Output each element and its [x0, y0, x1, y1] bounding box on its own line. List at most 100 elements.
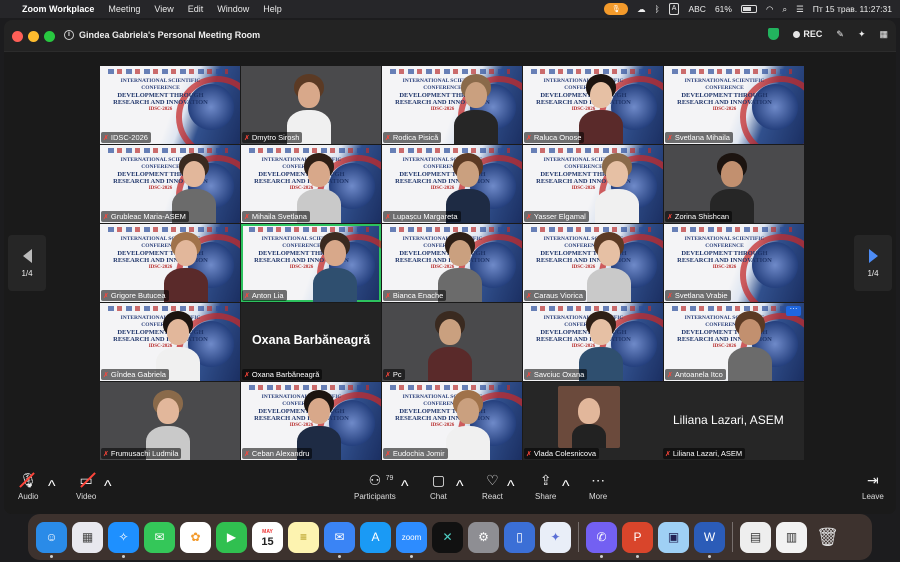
more-button[interactable]: ⋯ More — [589, 472, 607, 501]
powerpoint-icon[interactable]: P — [622, 521, 653, 558]
participant-tile[interactable]: INTERNATIONAL SCIENTIFIC CONFERENCE DEVELO… — [523, 224, 663, 302]
participant-tile[interactable]: INTERNATIONAL SCIENTIFIC CONFERENCE DEVELO… — [100, 145, 240, 223]
participant-tile[interactable]: INTERNATIONAL SCIENTIFIC CONFERENCE DEVELO… — [382, 382, 522, 460]
react-options-chevron-icon[interactable]: ^ — [507, 478, 515, 496]
mail-icon[interactable]: ✉ — [324, 521, 355, 558]
participant-tile[interactable]: INTERNATIONAL SCIENTIFIC CONFERENCE DEVELO… — [523, 145, 663, 223]
zoom-app-icon[interactable]: zoom — [396, 521, 427, 558]
chat-button[interactable]: ▢ Chat — [430, 472, 447, 501]
gallery-view-grid-icon[interactable]: ▦ — [879, 29, 888, 40]
participant-name-tag: ✗ Liliana Lazari, ASEM — [663, 448, 746, 459]
menu-help[interactable]: Help — [263, 4, 282, 14]
battery-icon[interactable] — [740, 5, 757, 13]
participant-tile[interactable]: INTERNATIONAL SCIENTIFIC CONFERENCE DEVELO… — [523, 303, 663, 381]
ai-app-icon[interactable]: ✕ — [432, 521, 463, 553]
app-menu[interactable]: Zoom Workplace — [22, 4, 94, 14]
chat-options-chevron-icon[interactable]: ^ — [456, 478, 464, 496]
react-button[interactable]: ♡ React — [482, 472, 503, 501]
share-button[interactable]: ⇪ Share — [535, 472, 556, 501]
menu-meeting[interactable]: Meeting — [108, 4, 140, 14]
participant-tile[interactable]: INTERNATIONAL SCIENTIFIC CONFERENCE DEVELO… — [100, 224, 240, 302]
launchpad-icon[interactable]: ▦ — [72, 521, 103, 553]
mic-in-use-icon[interactable]: 🎙 — [604, 3, 629, 15]
clock[interactable]: Пт 15 трав. 11:27:31 — [813, 4, 892, 14]
menu-view[interactable]: View — [154, 4, 173, 14]
muted-mic-icon: ✗ — [526, 213, 532, 221]
participant-name-tag: ✗ Rodica Pisică — [383, 132, 442, 143]
participants-options-chevron-icon[interactable]: ^ — [401, 478, 409, 496]
share-options-chevron-icon[interactable]: ^ — [562, 478, 570, 496]
system-settings-icon[interactable]: ⚙ — [468, 521, 499, 553]
participant-name-tag: ✗ Grubleac Maria-ASEM — [101, 211, 189, 222]
preview-icon[interactable]: ✦ — [540, 521, 571, 553]
ai-companion-sparkle-icon[interactable]: ✦ — [858, 29, 866, 40]
participant-tile[interactable]: INTERNATIONAL SCIENTIFIC CONFERENCE DEVELO… — [241, 224, 381, 302]
participants-button[interactable]: ⚇ 79 Participants — [354, 472, 396, 501]
notes-icon[interactable]: ≡ — [288, 521, 319, 553]
participant-tile[interactable]: INTERNATIONAL SCIENTIFIC CONFERENCE DEVELO… — [523, 66, 663, 144]
participant-tile[interactable]: INTERNATIONAL SCIENTIFIC CONFERENCE DEVELO… — [241, 145, 381, 223]
word-icon[interactable]: W — [694, 521, 725, 558]
bluetooth-icon[interactable]: ᛒ — [655, 4, 660, 14]
participant-tile[interactable]: Oxana Barbăneagră ✗ Oxana Barbăneagră — [241, 303, 381, 381]
recording-indicator[interactable]: REC — [793, 29, 822, 39]
input-source-label[interactable]: ABC — [688, 4, 705, 14]
participant-tile[interactable]: INTERNATIONAL SCIENTIFIC CONFERENCE DEVELO… — [664, 303, 804, 381]
files-app-icon[interactable]: ▯ — [504, 521, 535, 553]
wifi-icon[interactable]: ◠ — [766, 4, 773, 15]
spotlight-search-icon[interactable]: ⌕ — [782, 4, 787, 15]
muted-mic-icon: ✗ — [667, 371, 673, 379]
sponsor-logos — [672, 306, 792, 311]
downloads-stack-icon[interactable]: ▥ — [776, 521, 807, 553]
participant-name: Pc — [392, 370, 402, 379]
cloud-icon[interactable]: ☁ — [637, 4, 646, 15]
calendar-day: 15 — [261, 536, 274, 548]
participant-tile[interactable]: INTERNATIONAL SCIENTIFIC CONFERENCE DEVELO… — [382, 224, 522, 302]
previous-page-button[interactable]: 1/4 — [8, 235, 46, 291]
participant-tile-wide[interactable]: Liliana Lazari, ASEM ✗ Vlada Colesnicova ✗ L… — [523, 382, 804, 460]
participant-tile[interactable]: ✗ Dmytro Sirosh — [241, 66, 381, 144]
video-button[interactable]: ▭ Video — [76, 472, 96, 501]
participant-tile[interactable]: ✗ Pc — [382, 303, 522, 381]
sponsor-logos — [672, 69, 792, 74]
safari-icon[interactable]: ✧ — [108, 521, 139, 558]
audio-options-chevron-icon[interactable]: ^ — [48, 478, 56, 496]
participant-tile[interactable]: INTERNATIONAL SCIENTIFIC CONFERENCE DEVELO… — [664, 224, 804, 302]
viber-icon[interactable]: ✆ — [586, 521, 617, 558]
keyboard-layout-icon[interactable]: A — [668, 3, 680, 15]
close-window-button[interactable] — [12, 31, 23, 42]
participant-tile[interactable]: INTERNATIONAL SCIENTIFIC CONFERENCE DEVELO… — [382, 145, 522, 223]
disk-utility-icon[interactable]: ▣ — [658, 521, 689, 553]
encryption-shield-icon[interactable] — [768, 28, 780, 40]
control-center-icon[interactable]: ☰ — [796, 4, 804, 15]
menu-window[interactable]: Window — [217, 4, 249, 14]
document-stack-icon[interactable]: ▤ — [740, 521, 771, 553]
calendar-icon[interactable]: MAY 15 — [252, 521, 283, 553]
participant-name-tag: ✗ Caraus Viorica — [524, 290, 586, 301]
participant-tile[interactable]: INTERNATIONAL SCIENTIFIC CONFERENCE DEVELO… — [100, 303, 240, 381]
annotate-pencil-icon[interactable]: ✎ — [836, 29, 844, 40]
meeting-info-icon[interactable]: i — [64, 30, 74, 40]
next-page-button[interactable]: 1/4 — [854, 235, 892, 291]
menu-edit[interactable]: Edit — [188, 4, 204, 14]
app-store-icon[interactable]: A — [360, 521, 391, 553]
finder-icon[interactable]: ☺ — [36, 521, 67, 558]
fullscreen-window-button[interactable] — [44, 31, 55, 42]
facetime-icon[interactable]: ▶ — [216, 521, 247, 553]
video-options-chevron-icon[interactable]: ^ — [104, 478, 112, 496]
participant-tile[interactable]: INTERNATIONAL SCIENTIFIC CONFERENCE DEVELO… — [100, 66, 240, 144]
trash-icon[interactable]: 🗑 — [812, 522, 843, 553]
messages-icon[interactable]: ✉ — [144, 521, 175, 553]
leave-button[interactable]: ⇥ Leave — [862, 472, 884, 501]
participant-tile[interactable]: ✗ Zorina Shishcan — [664, 145, 804, 223]
photos-icon[interactable]: ✿ — [180, 521, 211, 553]
minimize-window-button[interactable] — [28, 31, 39, 42]
participant-figure — [579, 74, 623, 144]
participant-tile[interactable]: INTERNATIONAL SCIENTIFIC CONFERENCE DEVELO… — [241, 382, 381, 460]
tile-more-options-button[interactable]: ··· — [786, 305, 801, 316]
participant-name: Svetlana Mihaila — [674, 133, 730, 142]
participant-tile[interactable]: ✗ Frumusachi Ludmila — [100, 382, 240, 460]
participant-tile[interactable]: INTERNATIONAL SCIENTIFIC CONFERENCE DEVELO… — [382, 66, 522, 144]
audio-button[interactable]: 🎙︎ Audio — [18, 472, 38, 501]
participant-tile[interactable]: INTERNATIONAL SCIENTIFIC CONFERENCE DEVELO… — [664, 66, 804, 144]
